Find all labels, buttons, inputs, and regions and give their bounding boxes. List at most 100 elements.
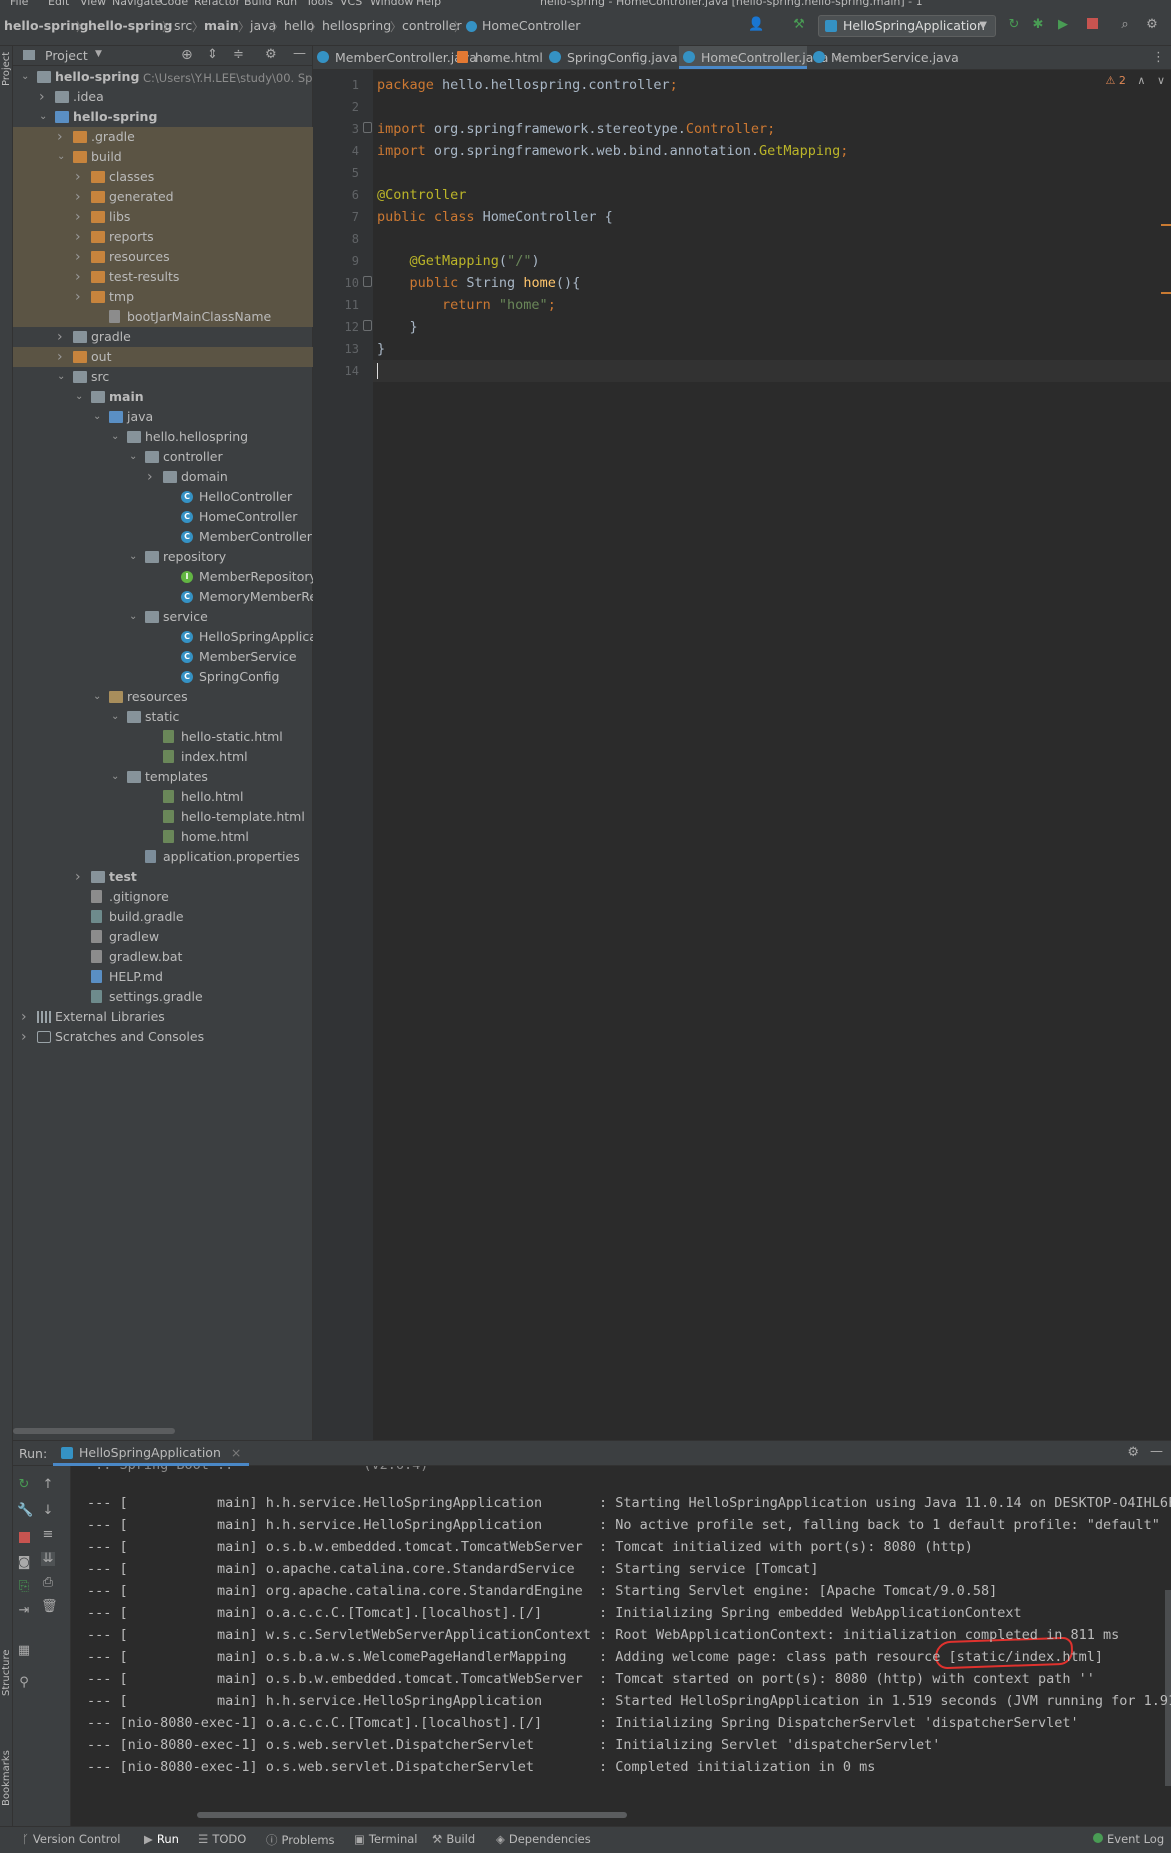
chevron-down-icon[interactable]: ⌄ (111, 427, 119, 447)
tool-tab-todo[interactable]: ☰ TODO (198, 1832, 246, 1846)
chevron-down-icon[interactable]: ⌄ (111, 767, 119, 787)
tree-item[interactable]: settings.gradle (13, 987, 313, 1007)
console-horizontal-scrollbar[interactable] (197, 1812, 627, 1818)
tree-item[interactable]: ⌄ service (13, 607, 313, 627)
tree-item[interactable]: C MemberService (13, 647, 313, 667)
inspection-widget[interactable]: ⚠ 2 ∧ ∨ (1106, 74, 1166, 87)
run-console[interactable]: :: Spring Boot :: (v2.6.4)--- [ main] h.… (71, 1466, 1171, 1826)
tree-item[interactable]: ⌄ hello-spring (13, 107, 313, 127)
camera-icon[interactable]: ◙ (17, 1556, 31, 1570)
chevron-right-icon[interactable]: › (57, 127, 63, 147)
menu-item-vcs[interactable]: VCS (340, 0, 362, 8)
debug-icon[interactable]: ✱ (1031, 18, 1045, 32)
locate-icon[interactable]: ⊕ (181, 47, 193, 63)
tool-tab-build[interactable]: ⚒ Build (432, 1832, 475, 1846)
console-vertical-scrollbar[interactable] (1165, 1590, 1171, 1786)
project-panel-title[interactable]: Project (45, 48, 88, 63)
tree-item[interactable]: C MemoryMemberRepositor (13, 587, 360, 607)
tree-item[interactable]: bootJarMainClassName (13, 307, 313, 327)
chevron-down-icon[interactable]: ⌄ (129, 607, 137, 627)
chevron-right-icon[interactable]: › (147, 467, 153, 487)
tree-item[interactable]: ⌄ hello.hellospring (13, 427, 313, 447)
chevron-down-icon[interactable]: ⌄ (75, 387, 83, 407)
user-icon[interactable]: 👤 (748, 18, 764, 32)
menu-item-build[interactable]: Build (244, 0, 272, 8)
arrow-down-icon[interactable]: ↓ (41, 1504, 55, 1518)
stop-icon[interactable] (1085, 18, 1099, 32)
trash-icon[interactable]: 🗑 (41, 1600, 58, 1614)
tree-item[interactable]: hello-static.html (13, 727, 313, 747)
close-icon[interactable]: × (231, 1445, 241, 1460)
tree-item[interactable]: › .idea (13, 87, 313, 107)
tree-item[interactable]: › Scratches and Consoles (13, 1027, 313, 1047)
tab-springconfig-java[interactable]: SpringConfig.java× (545, 46, 693, 69)
hammer-icon[interactable]: ⚒ (792, 18, 806, 32)
fold-icon[interactable] (363, 276, 372, 287)
chevron-down-icon[interactable]: ⌄ (57, 147, 65, 167)
project-tool-label[interactable]: Project (1, 52, 12, 86)
chevron-down-icon[interactable]: ▼ (95, 49, 102, 59)
tree-item[interactable]: ⌄ hello-spring C:\Users\Y.H.LEE\study\00. … (13, 67, 313, 87)
tool-tab-run[interactable]: ▶ Run (144, 1832, 179, 1846)
scroll-to-end-icon[interactable]: ⇊ (41, 1552, 55, 1566)
tree-item[interactable]: home.html (13, 827, 313, 847)
tab-homecontroller-java[interactable]: HomeController.java × (679, 46, 844, 69)
rerun-icon[interactable]: ↻ (1007, 18, 1021, 32)
chevron-down-icon[interactable]: ∨ (1157, 74, 1165, 87)
tree-item[interactable]: build.gradle (13, 907, 313, 927)
chevron-up-icon[interactable]: ∧ (1137, 74, 1145, 87)
tab-home-html[interactable]: home.html× (453, 46, 558, 69)
menu-item-code[interactable]: Code (160, 0, 188, 8)
arrow-up-icon[interactable]: ↑ (41, 1478, 55, 1492)
menu-item-run[interactable]: Run (276, 0, 297, 8)
tree-item[interactable]: gradlew.bat (13, 947, 313, 967)
tree-item[interactable]: › gradle (13, 327, 313, 347)
tab-overflow-icon[interactable]: ⋮ (1152, 50, 1165, 65)
tree-item[interactable]: ⌄ main (13, 387, 313, 407)
gear-icon[interactable]: ⚙ (265, 47, 277, 62)
tree-item[interactable]: › .gradle (13, 127, 313, 147)
tree-item[interactable]: ⌄ src (13, 367, 313, 387)
tree-item[interactable]: ⌄ static (13, 707, 313, 727)
chevron-right-icon[interactable]: › (75, 167, 81, 187)
gear-icon[interactable]: ⚙ (1145, 18, 1159, 32)
exit-icon[interactable]: ⇥ (17, 1604, 31, 1618)
menu-item-view[interactable]: View (80, 0, 106, 8)
tree-item[interactable]: hello.html (13, 787, 313, 807)
breadcrumb-item[interactable]: HomeController (482, 18, 580, 33)
tree-item[interactable]: ⌄ resources (13, 687, 313, 707)
tree-item[interactable]: › resources (13, 247, 313, 267)
tree-item[interactable]: hello-template.html (13, 807, 313, 827)
chevron-down-icon[interactable]: ⌄ (39, 107, 47, 127)
code-editor[interactable]: ⚠ 2 ∧ ∨ package hello.hellospring.contro… (373, 70, 1171, 1440)
chevron-right-icon[interactable]: › (75, 267, 81, 287)
breadcrumb-item[interactable]: main (204, 18, 239, 33)
menu-item-navigate[interactable]: Navigate (112, 0, 161, 8)
tree-item[interactable]: › classes (13, 167, 313, 187)
tree-item[interactable]: .gitignore (13, 887, 313, 907)
chevron-right-icon[interactable]: › (75, 247, 81, 267)
chevron-right-icon[interactable]: › (75, 227, 81, 247)
tree-item[interactable]: › tmp (13, 287, 313, 307)
menu-item-tools[interactable]: Tools (306, 0, 333, 8)
breadcrumb-item[interactable]: controller (402, 18, 462, 33)
horizontal-scrollbar[interactable] (13, 1428, 175, 1434)
run-configuration-select[interactable]: HelloSpringApplication ▼ (818, 15, 996, 37)
tree-item[interactable]: ⌄ java (13, 407, 313, 427)
minimize-icon[interactable]: — (293, 46, 306, 61)
tree-item[interactable]: ⌄ build (13, 147, 313, 167)
tree-item[interactable]: C SpringConfig (13, 667, 313, 687)
event-log-button[interactable]: Event Log (1093, 1832, 1164, 1846)
tree-item[interactable]: › generated (13, 187, 313, 207)
breadcrumb-item[interactable]: src (174, 18, 192, 33)
chevron-down-icon[interactable]: ⌄ (21, 67, 29, 87)
tree-item[interactable]: application.properties (13, 847, 313, 867)
tool-tab-dependencies[interactable]: ◈ Dependencies (496, 1832, 591, 1846)
menu-item-help[interactable]: Help (416, 0, 441, 8)
chevron-right-icon[interactable]: › (75, 287, 81, 307)
tree-item[interactable]: gradlew (13, 927, 313, 947)
bookmarks-tool-label[interactable]: Bookmarks (1, 1750, 12, 1806)
breadcrumb-item[interactable]: hellospring (322, 18, 391, 33)
chevron-right-icon[interactable]: › (75, 187, 81, 207)
fold-icon[interactable] (363, 320, 372, 331)
